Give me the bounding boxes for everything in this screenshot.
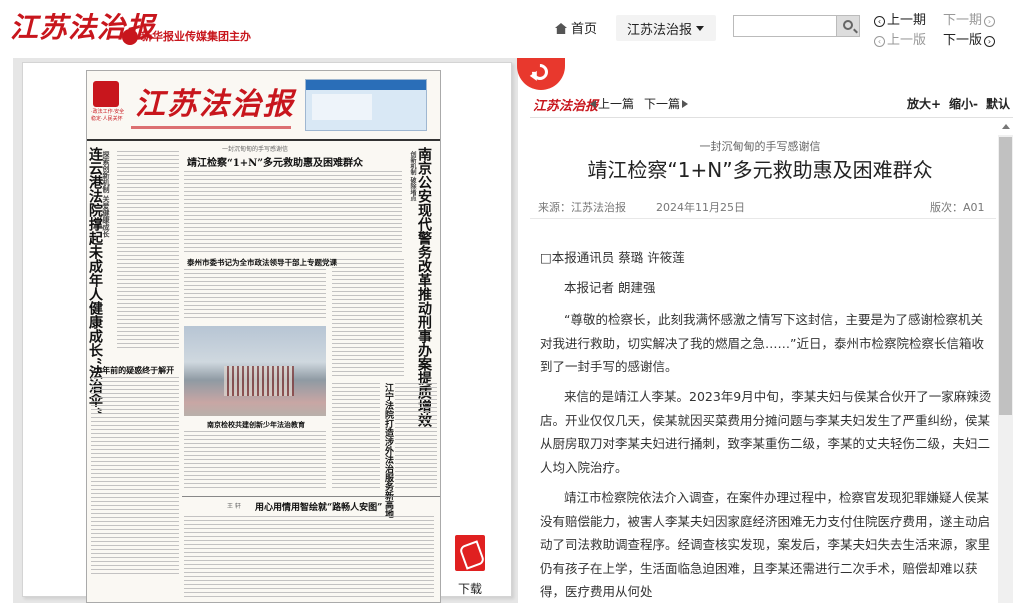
photo-story-text[interactable] [184, 431, 326, 491]
article-source: 来源：江苏法治报 [538, 201, 626, 214]
next-article-label: 下一篇 [644, 97, 681, 111]
subhead-story-text[interactable] [184, 269, 326, 321]
mid-column-text[interactable] [332, 383, 380, 491]
next-page-link[interactable]: 下一版 › [943, 29, 997, 48]
newspaper-seal-icon [93, 81, 119, 107]
scrollbar-thumb[interactable] [999, 137, 1012, 415]
search-button[interactable] [836, 15, 860, 37]
next-article-link[interactable]: 下一篇 [644, 95, 690, 112]
right-column-text[interactable] [332, 259, 404, 379]
newspaper-page[interactable]: ·政法工作·安全稳定·人民关怀 江苏法治报 探索创新机制 关爱健康成长 连云港法… [86, 70, 441, 603]
mid-vertical-headline[interactable]: 江宁法院打造涉外法治服务新高地 [383, 383, 393, 518]
next-issue-label: 下一期 [943, 13, 983, 28]
newspaper-dateline [131, 126, 291, 129]
home-link[interactable]: 首页 [555, 18, 597, 37]
bottom-headline[interactable]: 用心用情用智绘就“路畅人安图” [255, 500, 382, 513]
prev-issue-link[interactable]: ‹ 上一期 [872, 9, 926, 28]
newspaper-ad-banner [305, 79, 427, 131]
article-paragraph-3: 靖江市检察院依法介入调查，在案件办理过程中，检察官发现犯罪嫌疑人侯某没有赔偿能力… [540, 490, 991, 599]
article-logo: 江苏法治报 [533, 99, 599, 114]
article-paragraph-1: “尊敬的检察长，此刻我满怀感激之情写下这封信，主要是为了感谢检察机关对我进行救助… [540, 312, 984, 374]
article-page: 版次：A01 [930, 201, 985, 214]
left-small-headline[interactable]: 26年前的疑惑终于解开 [91, 365, 174, 376]
left-lower-text[interactable] [91, 377, 179, 577]
search-input[interactable] [733, 15, 837, 37]
search-icon [843, 20, 853, 30]
left-column-text[interactable] [117, 151, 179, 349]
right-kicker[interactable]: 创新机制 破除堵点 [409, 151, 416, 201]
bottom-story-text[interactable] [184, 516, 434, 598]
top-bar: 江苏法治报 新华报业传媒集团主办 首页 江苏法治报 ‹ 上一期 下一期 › ‹ 上一版… [0, 0, 1030, 58]
home-label: 首页 [571, 22, 598, 37]
meta-divider [530, 218, 996, 219]
chevron-left-icon: ‹ [874, 36, 885, 47]
edition-select-value: 江苏法治报 [627, 23, 693, 38]
home-icon [555, 23, 567, 34]
article-paragraph-2: 来信的是靖江人李某。2023年9月中旬，李某夫妇与侯某合伙开了一家麻辣烫店。开业… [540, 389, 992, 475]
article-subtitle: 一封沉甸甸的手写感谢信 [699, 140, 821, 153]
top-kicker[interactable]: 一封沉甸甸的手写感谢信 [222, 144, 288, 153]
next-issue-link[interactable]: 下一期 › [943, 9, 997, 28]
edition-select[interactable]: 江苏法治报 [616, 15, 716, 41]
newspaper-title: 江苏法治报 [135, 87, 295, 122]
zoom-default-button[interactable]: 默认 [986, 95, 1010, 112]
zoom-out-button[interactable]: 缩小- [949, 95, 978, 112]
sponsor-label: 新华报业传媒集团主办 [122, 28, 251, 45]
article-byline-2: 本报记者 朗建强 [564, 280, 656, 295]
toolbar-divider [530, 117, 1013, 118]
article-date: 2024年11月25日 [656, 201, 745, 214]
section-divider [182, 496, 440, 497]
prev-article-link[interactable]: 上一篇 [590, 95, 634, 112]
chevron-down-icon [696, 26, 704, 31]
scroll-up-icon[interactable] [1002, 124, 1010, 129]
xinhua-logo-icon [122, 29, 138, 45]
article-byline-1: □本报通讯员 蔡璐 许筱莲 [540, 250, 685, 265]
triangle-left-icon [590, 100, 596, 108]
newspaper-tagline: ·政法工作·安全稳定·人民关怀 [91, 109, 125, 122]
zoom-in-button[interactable]: 放大+ [907, 95, 941, 112]
newspaper-masthead: ·政法工作·安全稳定·人民关怀 江苏法治报 [87, 71, 440, 141]
chevron-right-icon: › [984, 16, 996, 27]
main-story-text[interactable] [184, 171, 402, 253]
main-headline[interactable]: 靖江检察“1+N”多元救助惠及困难群众 [187, 154, 363, 169]
prev-page-label: 上一版 [887, 33, 927, 48]
undo-arrow-icon [528, 60, 552, 84]
triangle-right-icon [682, 100, 689, 108]
prev-article-label: 上一篇 [598, 97, 635, 111]
prev-issue-label: 上一期 [887, 13, 927, 28]
sub-headline[interactable]: 泰州市委书记为全市政法领导干部上专题党课 [187, 257, 337, 268]
bottom-kicker[interactable]: 王 轩 [227, 501, 241, 510]
news-photo[interactable] [184, 326, 326, 416]
sponsor-text: 新华报业传媒集团主办 [141, 30, 251, 43]
chevron-right-icon: › [984, 36, 996, 47]
chevron-left-icon: ‹ [874, 16, 885, 27]
next-page-label: 下一版 [943, 33, 983, 48]
download-pdf-button[interactable]: 下载 [455, 535, 485, 596]
photo-caption[interactable]: 南京检校共建创新少年法治教育 [207, 420, 305, 430]
left-kicker[interactable]: 探索创新机制 关爱健康成长 [102, 151, 111, 237]
mid-right-text[interactable] [395, 383, 437, 491]
pdf-icon [455, 535, 485, 571]
article-title: 靖江检察“1+N”多元救助惠及困难群众 [587, 158, 933, 182]
download-label: 下载 [458, 582, 483, 596]
prev-page-link[interactable]: ‹ 上一版 [872, 29, 926, 48]
